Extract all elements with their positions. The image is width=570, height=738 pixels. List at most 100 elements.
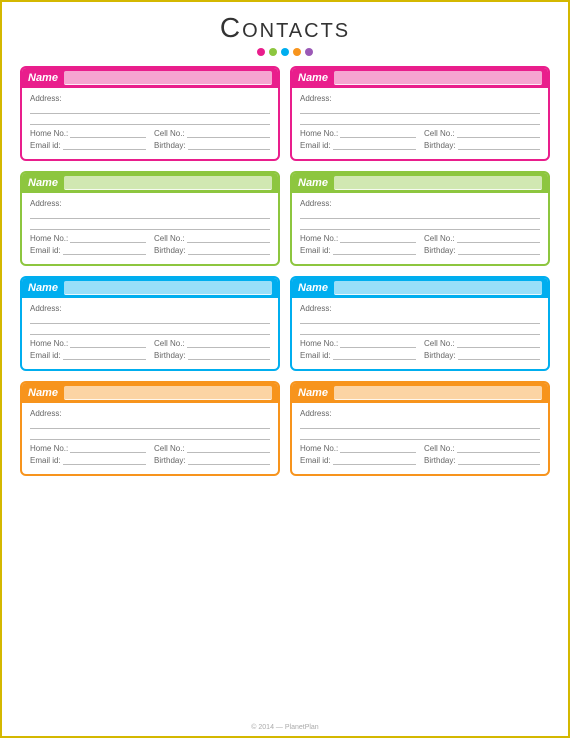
card-8-birthday-input[interactable] <box>458 456 540 465</box>
card-7-extra-row: Email id: Birthday: <box>30 456 270 465</box>
card-5-email-input[interactable] <box>63 351 146 360</box>
card-1-address-line2[interactable] <box>30 116 270 125</box>
dot-orange <box>293 48 301 56</box>
card-7-birthday-input[interactable] <box>188 456 270 465</box>
card-2-home-input[interactable] <box>340 129 416 138</box>
card-7-address-line1[interactable] <box>30 420 270 429</box>
card-8-address-line2[interactable] <box>300 431 540 440</box>
card-7-body: Address: Home No.: Cell No.: <box>22 403 278 474</box>
card-4-address-label: Address: <box>300 199 332 208</box>
card-1-birthday-input[interactable] <box>188 141 270 150</box>
card-7-birthday-label: Birthday: <box>154 456 186 465</box>
contact-card-4: Name Address: Home No.: Cell No.: <box>290 171 550 266</box>
card-4-birthday-label: Birthday: <box>424 246 456 255</box>
card-1-cell-input[interactable] <box>187 129 270 138</box>
card-2-birthday-input[interactable] <box>458 141 540 150</box>
card-8-home-input[interactable] <box>340 444 416 453</box>
card-5-extra-row: Email id: Birthday: <box>30 351 270 360</box>
card-3-address-section: Address: <box>30 198 270 230</box>
card-3-phone-row: Home No.: Cell No.: <box>30 234 270 243</box>
card-6-address-label: Address: <box>300 304 332 313</box>
card-3-address-line2[interactable] <box>30 221 270 230</box>
card-4-phone-row: Home No.: Cell No.: <box>300 234 540 243</box>
card-1-home-input[interactable] <box>70 129 146 138</box>
card-6-birthday-input[interactable] <box>458 351 540 360</box>
card-7-address-label: Address: <box>30 409 62 418</box>
card-1-header: Name <box>22 68 278 88</box>
card-3-cell-field: Cell No.: <box>154 234 270 243</box>
card-7-home-input[interactable] <box>70 444 146 453</box>
card-8-name-input[interactable] <box>334 386 542 400</box>
card-6-cell-input[interactable] <box>457 339 540 348</box>
card-2-email-field: Email id: <box>300 141 416 150</box>
card-2-home-field: Home No.: <box>300 129 416 138</box>
card-5-address-label: Address: <box>30 304 62 313</box>
card-3-header: Name <box>22 173 278 193</box>
card-1-address-label: Address: <box>30 94 62 103</box>
card-6-address-line2[interactable] <box>300 326 540 335</box>
card-3-home-field: Home No.: <box>30 234 146 243</box>
card-3-address-line1[interactable] <box>30 210 270 219</box>
card-7-cell-field: Cell No.: <box>154 444 270 453</box>
card-5-address-line1[interactable] <box>30 315 270 324</box>
card-2-name-label: Name <box>298 72 328 84</box>
card-4-address-line2[interactable] <box>300 221 540 230</box>
card-6-phone-row: Home No.: Cell No.: <box>300 339 540 348</box>
card-5-home-field: Home No.: <box>30 339 146 348</box>
card-4-home-input[interactable] <box>340 234 416 243</box>
card-5-address-line2[interactable] <box>30 326 270 335</box>
card-6-cell-field: Cell No.: <box>424 339 540 348</box>
card-8-body: Address: Home No.: Cell No.: <box>292 403 548 474</box>
card-7-phone-row: Home No.: Cell No.: <box>30 444 270 453</box>
card-7-email-field: Email id: <box>30 456 146 465</box>
card-3-email-input[interactable] <box>63 246 146 255</box>
card-4-cell-input[interactable] <box>457 234 540 243</box>
card-8-cell-input[interactable] <box>457 444 540 453</box>
card-4-address-line1[interactable] <box>300 210 540 219</box>
card-4-birthday-input[interactable] <box>458 246 540 255</box>
card-6-cell-label: Cell No.: <box>424 339 455 348</box>
contact-card-8: Name Address: Home No.: Cell No.: <box>290 381 550 476</box>
card-7-email-input[interactable] <box>63 456 146 465</box>
card-1-name-input[interactable] <box>64 71 272 85</box>
card-6-email-field: Email id: <box>300 351 416 360</box>
card-2-address-line1[interactable] <box>300 105 540 114</box>
card-4-extra-row: Email id: Birthday: <box>300 246 540 255</box>
card-3-name-input[interactable] <box>64 176 272 190</box>
card-7-cell-input[interactable] <box>187 444 270 453</box>
card-1-email-input[interactable] <box>63 141 146 150</box>
card-5-name-label: Name <box>28 282 58 294</box>
card-4-email-input[interactable] <box>333 246 416 255</box>
card-5-home-input[interactable] <box>70 339 146 348</box>
card-7-name-input[interactable] <box>64 386 272 400</box>
card-8-address-label: Address: <box>300 409 332 418</box>
card-3-home-input[interactable] <box>70 234 146 243</box>
card-4-cell-label: Cell No.: <box>424 234 455 243</box>
card-1-address-line1[interactable] <box>30 105 270 114</box>
card-6-email-label: Email id: <box>300 351 331 360</box>
card-2-header: Name <box>292 68 548 88</box>
card-6-home-input[interactable] <box>340 339 416 348</box>
card-5-phone-row: Home No.: Cell No.: <box>30 339 270 348</box>
dot-pink <box>257 48 265 56</box>
card-3-birthday-input[interactable] <box>188 246 270 255</box>
card-6-name-input[interactable] <box>334 281 542 295</box>
card-8-email-input[interactable] <box>333 456 416 465</box>
card-5-name-input[interactable] <box>64 281 272 295</box>
card-2-email-label: Email id: <box>300 141 331 150</box>
card-2-birthday-label: Birthday: <box>424 141 456 150</box>
card-6-address-line1[interactable] <box>300 315 540 324</box>
card-6-email-input[interactable] <box>333 351 416 360</box>
card-2-phone-row: Home No.: Cell No.: <box>300 129 540 138</box>
card-2-name-input[interactable] <box>334 71 542 85</box>
card-7-home-label: Home No.: <box>30 444 68 453</box>
card-2-cell-input[interactable] <box>457 129 540 138</box>
card-2-address-line2[interactable] <box>300 116 540 125</box>
card-8-address-line1[interactable] <box>300 420 540 429</box>
card-5-cell-input[interactable] <box>187 339 270 348</box>
card-7-address-line2[interactable] <box>30 431 270 440</box>
card-3-cell-input[interactable] <box>187 234 270 243</box>
card-4-name-input[interactable] <box>334 176 542 190</box>
card-5-birthday-input[interactable] <box>188 351 270 360</box>
card-2-email-input[interactable] <box>333 141 416 150</box>
